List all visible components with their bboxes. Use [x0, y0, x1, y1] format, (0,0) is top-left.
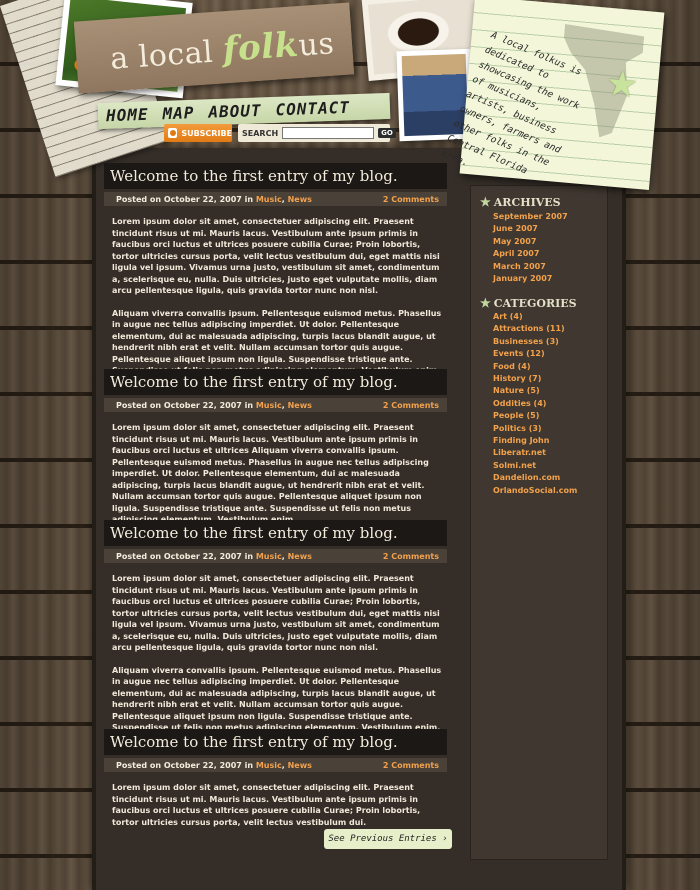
archive-link[interactable]: March 2007 — [493, 261, 568, 273]
post-meta: Posted on October 22, 2007 in Music, New… — [104, 398, 447, 412]
post-meta: Posted on October 22, 2007 in Music, New… — [104, 758, 447, 772]
florida-note-card: ★ A local folkus is dedicated to showcas… — [439, 0, 665, 190]
category-link[interactable]: Politics (3) — [493, 423, 577, 435]
post-paragraph: Aliquam viverra convallis ipsum. Pellent… — [112, 308, 442, 376]
category-link[interactable]: Oddities (4) — [493, 398, 577, 410]
subscribe-label: SUBSCRIBE — [181, 128, 232, 138]
archives-title: ARCHIVES — [493, 195, 561, 209]
comments-link[interactable]: 2 Comments — [383, 552, 439, 561]
blogroll-link[interactable]: Finding John — [493, 435, 577, 447]
chevron-right-icon: › — [442, 834, 448, 844]
logo-part2: folk — [221, 24, 300, 70]
blogroll-link[interactable]: OrlandoSocial.com — [493, 485, 577, 497]
post-paragraph: Lorem ipsum dolor sit amet, consectetuer… — [112, 423, 429, 524]
archives-heading: ★ ARCHIVES — [480, 195, 561, 209]
category-link-news[interactable]: News — [288, 401, 312, 410]
post-body: Lorem ipsum dolor sit amet, consectetuer… — [104, 216, 447, 377]
post-title[interactable]: Welcome to the first entry of my blog. — [104, 163, 447, 189]
archive-link[interactable]: April 2007 — [493, 248, 568, 260]
post-meta: Posted on October 22, 2007 in Music, New… — [104, 192, 447, 206]
category-link[interactable]: Art (4) — [493, 311, 577, 323]
blogroll-link[interactable]: Solmi.net — [493, 460, 577, 472]
archive-link[interactable]: September 2007 — [493, 211, 568, 223]
star-icon: ★ — [480, 296, 491, 310]
blogroll-link[interactable]: Liberatr.net — [493, 447, 577, 459]
comments-link[interactable]: 2 Comments — [383, 761, 439, 770]
post-body: Lorem ipsum dolor sit amet, consectetuer… — [104, 782, 447, 828]
category-link-news[interactable]: News — [288, 552, 312, 561]
prev-entries-label: See Previous Entries — [328, 834, 437, 844]
categories-list: Art (4) Attractions (11) Businesses (3) … — [493, 311, 577, 497]
category-link-music[interactable]: Music — [256, 195, 282, 204]
post-date: Posted on October 22, 2007 in — [116, 194, 256, 204]
sidebar-panel — [470, 185, 608, 860]
comments-link[interactable]: 2 Comments — [383, 195, 439, 204]
category-link[interactable]: Food (4) — [493, 361, 577, 373]
logo-part1: a local — [109, 33, 225, 77]
nav-home[interactable]: HOME — [106, 105, 149, 125]
post-title[interactable]: Welcome to the first entry of my blog. — [104, 369, 447, 395]
archive-link[interactable]: May 2007 — [493, 236, 568, 248]
post-meta: Posted on October 22, 2007 in Music, New… — [104, 549, 447, 563]
nav-contact[interactable]: CONTACT — [275, 98, 350, 120]
category-link[interactable]: Events (12) — [493, 348, 577, 360]
blog-post: Welcome to the first entry of my blog. P… — [104, 520, 447, 745]
archive-link[interactable]: January 2007 — [493, 273, 568, 285]
search-go-button[interactable]: GO — [378, 128, 396, 138]
category-link[interactable]: Nature (5) — [493, 385, 577, 397]
post-body: Lorem ipsum dolor sit amet, consectetuer… — [104, 573, 447, 734]
post-body: Lorem ipsum dolor sit amet, consectetuer… — [104, 422, 447, 526]
blog-post: Welcome to the first entry of my blog. P… — [104, 163, 447, 388]
category-link-news[interactable]: News — [288, 761, 312, 770]
nav-map[interactable]: MAP — [162, 103, 195, 123]
search-label: SEARCH — [242, 128, 279, 138]
subscribe-button[interactable]: SUBSCRIBE — [164, 124, 232, 142]
category-link-music[interactable]: Music — [256, 552, 282, 561]
search-box: SEARCH GO — [238, 124, 396, 142]
category-link[interactable]: Attractions (11) — [493, 323, 577, 335]
search-input[interactable] — [282, 127, 375, 139]
blog-post: Welcome to the first entry of my blog. P… — [104, 729, 447, 839]
rss-icon — [168, 128, 178, 138]
archive-link[interactable]: June 2007 — [493, 223, 568, 235]
categories-title: CATEGORIES — [493, 296, 577, 310]
category-link[interactable]: People (5) — [493, 410, 577, 422]
logo-part3: us — [297, 26, 336, 64]
category-link[interactable]: Businesses (3) — [493, 336, 577, 348]
star-icon: ★ — [480, 195, 491, 209]
category-link-music[interactable]: Music — [256, 401, 282, 410]
categories-heading: ★ CATEGORIES — [480, 296, 577, 310]
post-date: Posted on October 22, 2007 in — [116, 551, 256, 561]
comments-link[interactable]: 2 Comments — [383, 401, 439, 410]
star-icon: ★ — [603, 62, 640, 107]
post-paragraph: Lorem ipsum dolor sit amet, consectetuer… — [112, 574, 440, 652]
category-link[interactable]: History (7) — [493, 373, 577, 385]
see-previous-entries-button[interactable]: See Previous Entries › — [324, 829, 452, 849]
category-link-news[interactable]: News — [288, 195, 312, 204]
post-date: Posted on October 22, 2007 in — [116, 400, 256, 410]
post-paragraph: Lorem ipsum dolor sit amet, consectetuer… — [112, 783, 421, 827]
post-title[interactable]: Welcome to the first entry of my blog. — [104, 520, 447, 546]
post-paragraph: Aliquam viverra convallis ipsum. Pellent… — [112, 665, 442, 733]
blogroll-link[interactable]: Dandelion.com — [493, 472, 577, 484]
archives-list: September 2007 June 2007 May 2007 April … — [493, 211, 568, 285]
post-paragraph: Lorem ipsum dolor sit amet, consectetuer… — [112, 217, 440, 295]
post-title[interactable]: Welcome to the first entry of my blog. — [104, 729, 447, 755]
nav-about[interactable]: ABOUT — [208, 101, 262, 122]
post-date: Posted on October 22, 2007 in — [116, 760, 256, 770]
blog-post: Welcome to the first entry of my blog. P… — [104, 369, 447, 537]
category-link-music[interactable]: Music — [256, 761, 282, 770]
